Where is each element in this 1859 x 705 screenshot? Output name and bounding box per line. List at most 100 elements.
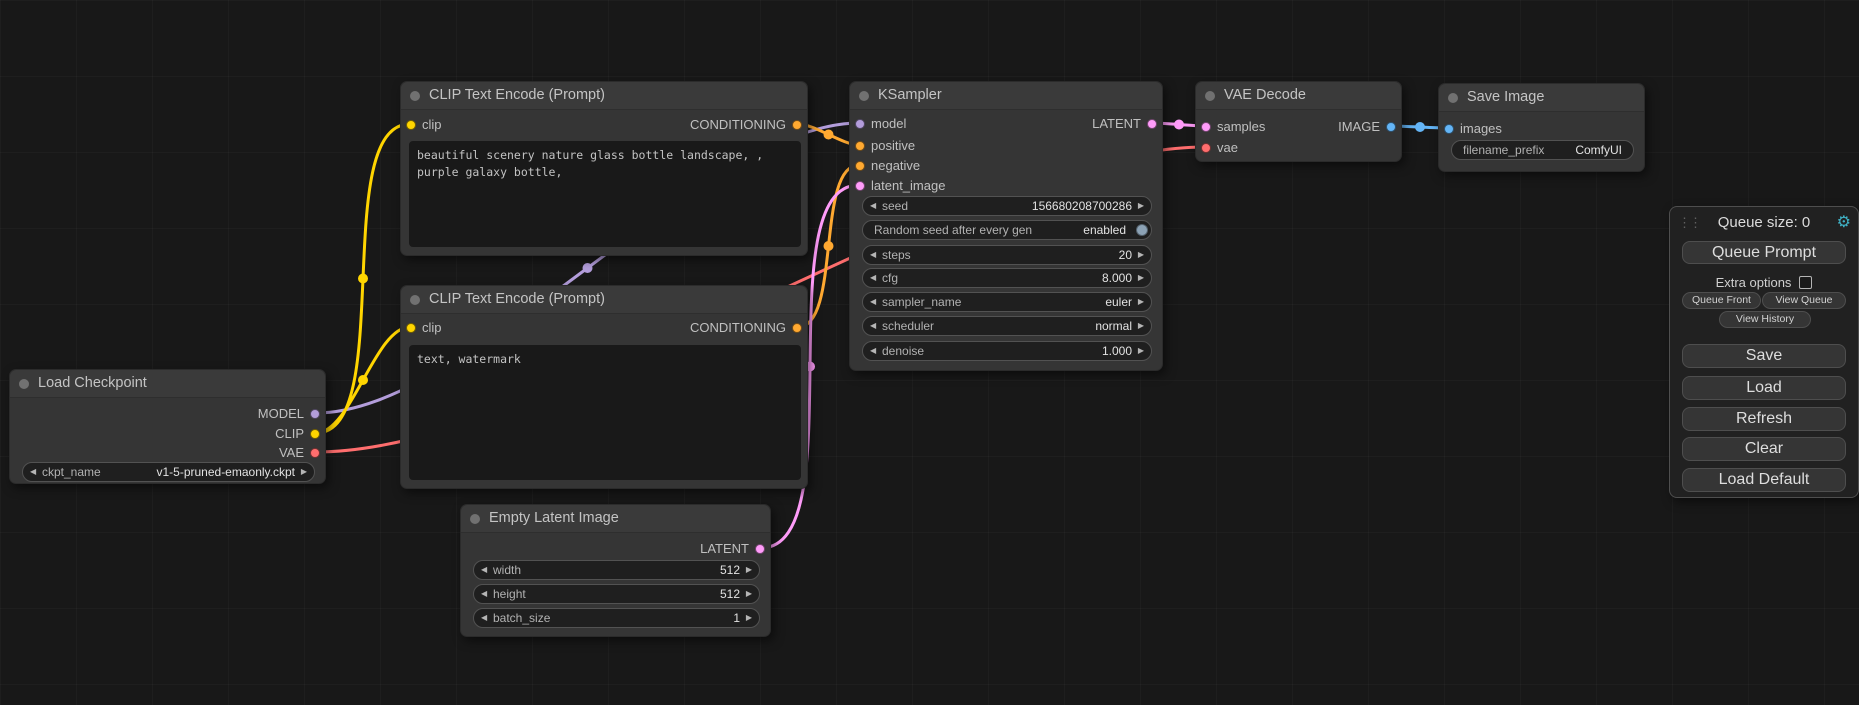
decrement-arrow-icon[interactable]: ◀: [481, 609, 487, 627]
output-dot-latent[interactable]: [755, 544, 765, 554]
extra-options-checkbox[interactable]: [1799, 276, 1812, 289]
output-dot-image[interactable]: [1386, 122, 1396, 132]
widget-random-seed-toggle[interactable]: Random seed after every gen enabled: [862, 220, 1152, 240]
view-history-button[interactable]: View History: [1719, 311, 1811, 328]
node-save-image[interactable]: Save Image images filename_prefix ComfyU…: [1438, 83, 1645, 172]
increment-arrow-icon[interactable]: ▶: [1138, 269, 1144, 287]
decrement-arrow-icon[interactable]: ◀: [870, 342, 876, 360]
input-dot-vae[interactable]: [1201, 143, 1211, 153]
input-dot-latent-image[interactable]: [855, 181, 865, 191]
main-menu-panel: ⋮⋮ Queue size: 0 ⚙ Queue Prompt Extra op…: [1669, 206, 1859, 498]
widget-width[interactable]: ◀ width 512 ▶: [473, 560, 760, 580]
increment-arrow-icon[interactable]: ▶: [1138, 317, 1144, 335]
node-titlebar[interactable]: Save Image: [1439, 84, 1644, 112]
input-dot-clip[interactable]: [406, 323, 416, 333]
increment-arrow-icon[interactable]: ▶: [1138, 246, 1144, 264]
increment-arrow-icon[interactable]: ▶: [301, 463, 307, 481]
output-dot-clip[interactable]: [310, 429, 320, 439]
input-label: model: [871, 116, 906, 131]
widget-name: seed: [882, 197, 908, 215]
input-dot-negative[interactable]: [855, 161, 865, 171]
input-dot-images[interactable]: [1444, 124, 1454, 134]
widget-filename-prefix[interactable]: filename_prefix ComfyUI: [1451, 140, 1634, 160]
collapse-dot[interactable]: [470, 514, 480, 524]
widget-cfg[interactable]: ◀ cfg 8.000 ▶: [862, 268, 1152, 288]
collapse-dot[interactable]: [410, 91, 420, 101]
collapse-dot[interactable]: [859, 91, 869, 101]
collapse-dot[interactable]: [19, 379, 29, 389]
node-title: VAE Decode: [1224, 87, 1306, 103]
widget-name: cfg: [882, 269, 898, 287]
widget-steps[interactable]: ◀ steps 20 ▶: [862, 245, 1152, 265]
widget-scheduler[interactable]: ◀ scheduler normal ▶: [862, 316, 1152, 336]
decrement-arrow-icon[interactable]: ◀: [870, 246, 876, 264]
node-ksampler[interactable]: KSampler model LATENT positive negative …: [849, 81, 1163, 371]
input-label: samples: [1217, 119, 1265, 134]
collapse-dot[interactable]: [1448, 93, 1458, 103]
increment-arrow-icon[interactable]: ▶: [1138, 197, 1144, 215]
toggle-knob[interactable]: [1136, 224, 1148, 236]
positive-prompt-textarea[interactable]: beautiful scenery nature glass bottle la…: [409, 141, 801, 247]
queue-front-button[interactable]: Queue Front: [1682, 292, 1761, 309]
widget-sampler-name[interactable]: ◀ sampler_name euler ▶: [862, 292, 1152, 312]
queue-prompt-button[interactable]: Queue Prompt: [1682, 241, 1846, 264]
node-empty-latent-image[interactable]: Empty Latent Image LATENT ◀ width 512 ▶ …: [460, 504, 771, 637]
widget-value: 512: [720, 561, 740, 579]
widget-denoise[interactable]: ◀ denoise 1.000 ▶: [862, 341, 1152, 361]
node-titlebar[interactable]: VAE Decode: [1196, 82, 1401, 110]
input-dot-model[interactable]: [855, 119, 865, 129]
decrement-arrow-icon[interactable]: ◀: [481, 561, 487, 579]
output-dot-vae[interactable]: [310, 448, 320, 458]
widget-value: euler: [1105, 293, 1132, 311]
node-load-checkpoint[interactable]: Load Checkpoint MODEL CLIP VAE ◀ ckpt_na…: [9, 369, 326, 484]
output-dot-conditioning[interactable]: [792, 120, 802, 130]
output-dot-conditioning[interactable]: [792, 323, 802, 333]
load-default-button[interactable]: Load Default: [1682, 468, 1846, 492]
settings-gear-icon[interactable]: ⚙: [1837, 212, 1851, 234]
node-titlebar[interactable]: Load Checkpoint: [10, 370, 325, 398]
node-vae-decode[interactable]: VAE Decode samples IMAGE vae: [1195, 81, 1402, 162]
widget-batch-size[interactable]: ◀ batch_size 1 ▶: [473, 608, 760, 628]
decrement-arrow-icon[interactable]: ◀: [870, 293, 876, 311]
save-button[interactable]: Save: [1682, 344, 1846, 368]
widget-value: 512: [720, 585, 740, 603]
view-queue-button[interactable]: View Queue: [1762, 292, 1846, 309]
decrement-arrow-icon[interactable]: ◀: [870, 317, 876, 335]
node-clip-text-encode-positive[interactable]: CLIP Text Encode (Prompt) clip CONDITION…: [400, 81, 808, 256]
output-label: IMAGE: [1338, 117, 1380, 137]
increment-arrow-icon[interactable]: ▶: [1138, 342, 1144, 360]
increment-arrow-icon[interactable]: ▶: [1138, 293, 1144, 311]
increment-arrow-icon[interactable]: ▶: [746, 585, 752, 603]
clear-button[interactable]: Clear: [1682, 437, 1846, 461]
widget-name: width: [493, 561, 521, 579]
graph-canvas[interactable]: { "app": { "name": "ComfyUI" }, "slot_co…: [0, 0, 1859, 705]
load-button[interactable]: Load: [1682, 376, 1846, 400]
output-slot-model: MODEL: [10, 404, 325, 424]
widget-height[interactable]: ◀ height 512 ▶: [473, 584, 760, 604]
decrement-arrow-icon[interactable]: ◀: [870, 197, 876, 215]
collapse-dot[interactable]: [410, 295, 420, 305]
slot-row: clip CONDITIONING: [401, 318, 807, 338]
node-titlebar[interactable]: CLIP Text Encode (Prompt): [401, 82, 807, 110]
input-dot-samples[interactable]: [1201, 122, 1211, 132]
widget-value: normal: [1095, 317, 1132, 335]
increment-arrow-icon[interactable]: ▶: [746, 561, 752, 579]
input-dot-positive[interactable]: [855, 141, 865, 151]
widget-seed[interactable]: ◀ seed 156680208700286 ▶: [862, 196, 1152, 216]
negative-prompt-textarea[interactable]: text, watermark: [409, 345, 801, 480]
node-title: Save Image: [1467, 89, 1544, 105]
increment-arrow-icon[interactable]: ▶: [746, 609, 752, 627]
node-clip-text-encode-negative[interactable]: CLIP Text Encode (Prompt) clip CONDITION…: [400, 285, 808, 489]
node-titlebar[interactable]: KSampler: [850, 82, 1162, 110]
decrement-arrow-icon[interactable]: ◀: [481, 585, 487, 603]
output-dot-latent[interactable]: [1147, 119, 1157, 129]
widget-ckpt-name[interactable]: ◀ ckpt_name v1-5-pruned-emaonly.ckpt ▶: [22, 462, 315, 482]
input-dot-clip[interactable]: [406, 120, 416, 130]
refresh-button[interactable]: Refresh: [1682, 407, 1846, 431]
output-dot-model[interactable]: [310, 409, 320, 419]
node-titlebar[interactable]: Empty Latent Image: [461, 505, 770, 533]
node-titlebar[interactable]: CLIP Text Encode (Prompt): [401, 286, 807, 314]
decrement-arrow-icon[interactable]: ◀: [30, 463, 36, 481]
decrement-arrow-icon[interactable]: ◀: [870, 269, 876, 287]
collapse-dot[interactable]: [1205, 91, 1215, 101]
